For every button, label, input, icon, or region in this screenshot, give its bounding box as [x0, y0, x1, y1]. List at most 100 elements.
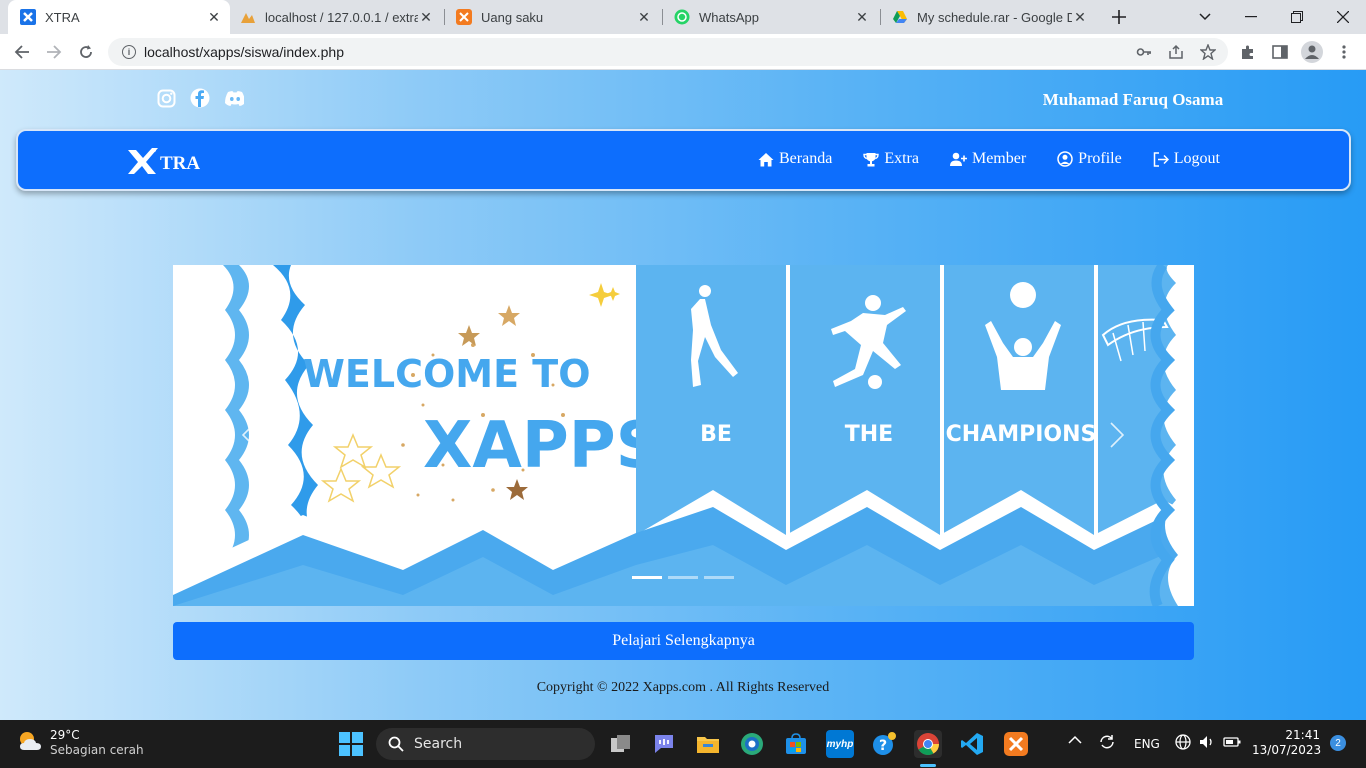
close-icon[interactable]: ✕: [418, 9, 434, 25]
xapps-text: XAPPS: [423, 409, 662, 483]
weather-widget[interactable]: 29°C Sebagian cerah: [16, 728, 144, 758]
system-clock[interactable]: 21:41 13/07/2023: [1252, 728, 1322, 758]
notification-badge[interactable]: 2: [1330, 735, 1346, 751]
edge-browser-icon[interactable]: [738, 730, 766, 758]
extensions-icon[interactable]: [1234, 38, 1262, 66]
carousel-next-button[interactable]: [1102, 415, 1132, 455]
info-icon[interactable]: i: [122, 45, 136, 59]
teams-chat-icon[interactable]: [650, 730, 678, 758]
carousel-indicator-3[interactable]: [704, 576, 734, 579]
date: 13/07/2023: [1252, 743, 1322, 757]
key-icon[interactable]: [1130, 38, 1158, 66]
discord-icon[interactable]: [224, 88, 244, 108]
nav-member[interactable]: Member: [949, 150, 1026, 168]
search-label: Search: [414, 736, 463, 752]
user-plus-icon: [949, 152, 967, 166]
tab-uang-saku[interactable]: Uang saku ✕: [448, 0, 660, 34]
nav-profile[interactable]: Profile: [1057, 150, 1122, 168]
minimize-button[interactable]: [1228, 0, 1274, 34]
side-panel-icon[interactable]: [1266, 38, 1294, 66]
close-icon[interactable]: ✕: [636, 9, 652, 25]
nav-links: Beranda Extra Member Profile Logout: [758, 150, 1251, 168]
forward-button[interactable]: [40, 38, 68, 66]
google-drive-favicon: [892, 9, 908, 25]
banner-be: BE: [700, 422, 732, 447]
banner-the: THE: [845, 422, 893, 447]
welcome-text: WELCOME TO: [303, 352, 591, 396]
xampp-icon[interactable]: [1002, 730, 1030, 758]
tab-title: WhatsApp: [699, 9, 759, 25]
tab-title: localhost / 127.0.0.1 / extra1: [265, 9, 418, 25]
microsoft-store-icon[interactable]: [782, 730, 810, 758]
slide-image: WELCOME TO XAPPS BE THE CHAMPIONS: [173, 265, 1194, 606]
language-indicator[interactable]: ENG: [1134, 737, 1160, 751]
tab-xtra[interactable]: XTRA ✕: [8, 0, 230, 34]
volume-icon[interactable]: [1199, 734, 1215, 753]
profile-avatar-icon[interactable]: [1298, 38, 1326, 66]
sync-icon[interactable]: [1098, 734, 1116, 753]
instagram-icon[interactable]: [156, 88, 176, 108]
chrome-icon[interactable]: [914, 730, 942, 758]
vscode-icon[interactable]: [958, 730, 986, 758]
show-hidden-icons[interactable]: [1068, 734, 1082, 748]
close-icon[interactable]: ✕: [206, 9, 222, 25]
learn-more-button[interactable]: Pelajari Selengkapnya: [173, 622, 1194, 660]
x-logo-icon: [126, 146, 160, 182]
browser-tab-bar: XTRA ✕ localhost / 127.0.0.1 / extra1 ✕ …: [0, 0, 1366, 34]
banner-champions: CHAMPIONS: [946, 422, 1097, 447]
myhp-icon[interactable]: myhp: [826, 730, 854, 758]
tab-search-button[interactable]: [1182, 0, 1228, 34]
search-icon: [388, 736, 404, 752]
main-navbar: TRA Beranda Extra Member Profile Logout: [16, 129, 1351, 191]
trophy-icon: [863, 152, 880, 166]
carousel-prev-button[interactable]: [234, 415, 264, 455]
close-icon[interactable]: ✕: [1072, 9, 1088, 25]
whatsapp-favicon: [674, 9, 690, 25]
phpmyadmin-favicon: [240, 9, 256, 25]
help-icon[interactable]: ?: [870, 730, 898, 758]
menu-icon[interactable]: [1330, 38, 1358, 66]
tab-google-drive[interactable]: My schedule.rar - Google Dr ✕: [884, 0, 1096, 34]
tab-whatsapp[interactable]: WhatsApp ✕: [666, 0, 878, 34]
browser-toolbar: i localhost/xapps/siswa/index.php: [0, 34, 1366, 70]
carousel-indicators: [632, 576, 734, 579]
nav-beranda[interactable]: Beranda: [758, 150, 832, 168]
facebook-icon[interactable]: [190, 88, 210, 108]
address-bar[interactable]: i localhost/xapps/siswa/index.php: [108, 38, 1228, 66]
tab-phpmyadmin[interactable]: localhost / 127.0.0.1 / extra1 ✕: [232, 0, 442, 34]
carousel-indicator-2[interactable]: [668, 576, 698, 579]
tab-title: Uang saku: [481, 9, 544, 25]
start-icon[interactable]: [337, 730, 365, 758]
weather-text: Sebagian cerah: [50, 743, 144, 757]
tab-title: My schedule.rar - Google Dr: [917, 9, 1072, 25]
tab-title: XTRA: [45, 9, 80, 25]
weather-icon: [16, 728, 44, 758]
network-globe-icon[interactable]: [1175, 734, 1191, 753]
xtra-favicon: [20, 9, 36, 25]
tab-separator: [444, 9, 445, 25]
nav-logout[interactable]: Logout: [1153, 150, 1220, 168]
bookmark-star-icon[interactable]: [1194, 38, 1222, 66]
xampp-favicon: [456, 9, 472, 25]
carousel-indicator-1[interactable]: [632, 576, 662, 579]
back-button[interactable]: [8, 38, 36, 66]
copyright-footer: Copyright © 2022 Xapps.com . All Rights …: [536, 680, 830, 695]
reload-button[interactable]: [72, 38, 100, 66]
restore-button[interactable]: [1274, 0, 1320, 34]
brand-text: TRA: [160, 153, 201, 174]
nav-label: Extra: [884, 150, 919, 167]
battery-icon[interactable]: [1223, 734, 1241, 753]
taskbar-search[interactable]: Search: [376, 728, 595, 760]
share-icon[interactable]: [1162, 38, 1190, 66]
nav-label: Logout: [1173, 150, 1220, 167]
nav-label: Beranda: [779, 150, 833, 167]
close-icon[interactable]: ✕: [854, 9, 870, 25]
brand-logo[interactable]: TRA: [126, 146, 200, 182]
new-tab-button[interactable]: [1096, 0, 1142, 34]
hero-carousel: WELCOME TO XAPPS BE THE CHAMPIONS: [173, 265, 1194, 606]
file-explorer-icon[interactable]: [694, 730, 722, 758]
task-view-icon[interactable]: [607, 730, 635, 758]
close-window-button[interactable]: [1320, 0, 1366, 34]
active-app-indicator: [920, 764, 936, 767]
nav-extra[interactable]: Extra: [863, 150, 919, 168]
